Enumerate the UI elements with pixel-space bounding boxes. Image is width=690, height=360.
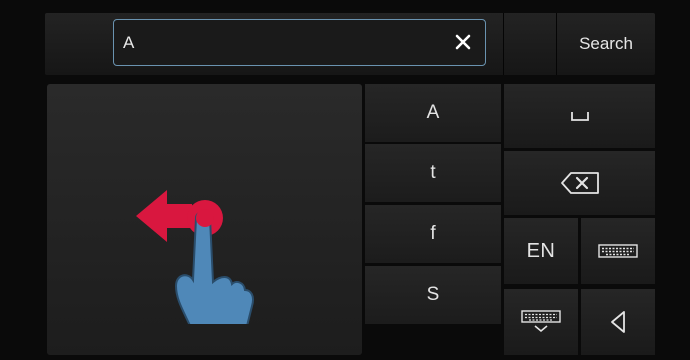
suggestion-item[interactable]: A (365, 84, 501, 142)
suggestion-item[interactable]: S (365, 266, 501, 324)
search-button[interactable]: Search (557, 13, 655, 75)
backspace-key[interactable] (504, 151, 655, 215)
search-input[interactable]: A (113, 19, 486, 66)
back-triangle-icon (611, 311, 625, 333)
space-key[interactable] (504, 84, 655, 148)
keyboard-icon (598, 244, 638, 258)
search-input-value: A (123, 32, 135, 52)
swipe-left-hand-icon (136, 190, 255, 324)
keyboard-key[interactable] (581, 218, 655, 284)
language-key[interactable]: EN (504, 218, 578, 284)
handwriting-input-screen: A Search A t f S EN (0, 0, 690, 360)
space-icon (570, 112, 589, 121)
top-bar-divider (503, 13, 504, 75)
keyboard-hide-icon (521, 310, 561, 333)
backspace-icon (560, 172, 599, 194)
suggestion-item[interactable]: t (365, 144, 501, 202)
back-key[interactable] (581, 289, 655, 355)
suggestion-item[interactable]: f (365, 205, 501, 263)
hide-keyboard-key[interactable] (504, 289, 578, 355)
close-icon[interactable] (451, 29, 475, 55)
handwriting-pad[interactable] (47, 84, 362, 355)
